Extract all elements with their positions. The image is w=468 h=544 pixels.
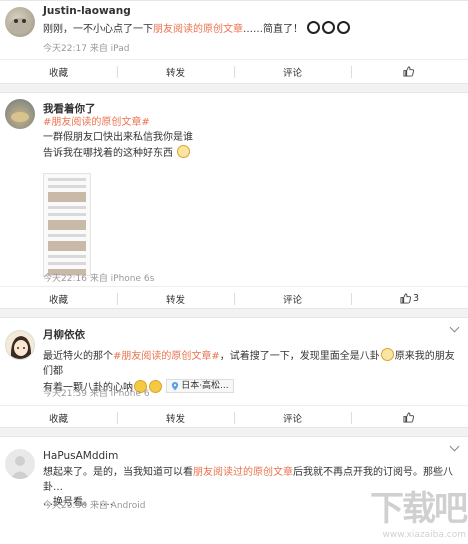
post-text: #朋友阅读的原创文章# 一群假朋友口快出来私信我你是谁 告诉我在哪找着的这种好东… bbox=[43, 115, 458, 161]
post-meta: 今天22:16 来自 iPhone 6s bbox=[43, 271, 154, 284]
post-meta: 今天21:59 来自 iPhone 6 bbox=[43, 386, 150, 399]
repost-label: 转发 bbox=[165, 67, 185, 79]
avatar[interactable] bbox=[5, 330, 35, 360]
comment-button[interactable]: 评论 bbox=[234, 287, 351, 310]
chevron-down-icon[interactable] bbox=[449, 322, 460, 333]
action-bar: 收藏 转发 评论 3 bbox=[0, 286, 468, 310]
favorite-label: 收藏 bbox=[48, 67, 68, 79]
text-mid: ，试着搜了一下，发现里面全是八卦 bbox=[219, 351, 380, 362]
default-avatar-icon bbox=[10, 456, 30, 479]
text-after: ……简直了！ bbox=[243, 24, 303, 35]
comment-label: 评论 bbox=[282, 413, 302, 425]
post-2: 我看着你了 #朋友阅读的原创文章# 一群假朋友口快出来私信我你是谁 告诉我在哪找… bbox=[0, 92, 468, 309]
repost-button[interactable]: 转发 bbox=[117, 406, 234, 429]
panda-emoji-icon bbox=[337, 21, 351, 34]
chevron-down-icon[interactable] bbox=[449, 441, 460, 452]
like-count: 3 bbox=[412, 293, 420, 304]
topic-link[interactable]: #朋友阅读的原创文章# bbox=[43, 115, 458, 130]
comment-label: 评论 bbox=[282, 67, 302, 79]
timestamp[interactable]: 今天22:16 bbox=[43, 274, 87, 284]
avatar[interactable] bbox=[5, 449, 35, 479]
post-3: 月柳依依 最近特火的那个#朋友阅读的原创文章#，试着搜了一下，发现里面全是八卦原… bbox=[0, 317, 468, 428]
action-bar: 收藏 转发 评论 bbox=[0, 59, 468, 83]
comment-label: 评论 bbox=[282, 294, 302, 306]
panda-emoji-icon bbox=[307, 21, 321, 34]
action-bar: 收藏 转发 评论 bbox=[0, 405, 468, 429]
thumbs-up-icon bbox=[400, 293, 411, 304]
thumbs-up-icon bbox=[403, 412, 414, 423]
post-meta: 今天22:17 来自 iPad bbox=[43, 41, 129, 54]
favorite-button[interactable]: 收藏 bbox=[0, 60, 117, 83]
location-tag[interactable]: 日本·高松... bbox=[166, 379, 234, 393]
text-line-2: 告诉我在哪找着的这种好东西 bbox=[43, 145, 458, 161]
username[interactable]: 我看着你了 bbox=[43, 101, 96, 116]
text-line-content: 告诉我在哪找着的这种好东西 bbox=[43, 148, 173, 159]
source: 来自 Android bbox=[89, 501, 146, 511]
thumbs-up-icon bbox=[403, 66, 414, 77]
avatar-cat-icon bbox=[9, 18, 31, 34]
avatar-girl-icon bbox=[10, 336, 32, 359]
favorite-label: 收藏 bbox=[48, 294, 68, 306]
highlight-link[interactable]: 朋友阅读过的原创文章 bbox=[193, 467, 293, 478]
cat-emoji-icon bbox=[380, 348, 394, 361]
text-line: 一群假朋友口快出来私信我你是谁 bbox=[43, 132, 193, 143]
source: 来自 iPhone 6s bbox=[89, 274, 155, 284]
location-label: 日本·高松... bbox=[181, 380, 229, 391]
laugh-emoji-icon bbox=[149, 379, 162, 393]
post-text: 刚刚，一不小心点了一下朋友阅读的原创文章……简直了！ bbox=[43, 21, 458, 37]
repost-label: 转发 bbox=[165, 294, 185, 306]
timestamp[interactable]: 今天20:36 bbox=[43, 501, 87, 511]
text-before: 想起来了。是的，当我知道可以看 bbox=[43, 467, 193, 478]
repost-button[interactable]: 转发 bbox=[117, 287, 234, 310]
post-meta: 今天20:36 来自 Android bbox=[43, 498, 145, 511]
watermark: 下载吧 www.xiazaiba.com bbox=[370, 481, 468, 540]
like-button[interactable] bbox=[351, 60, 468, 83]
highlight-link[interactable]: 朋友阅读的原创文章 bbox=[153, 24, 243, 35]
avatar[interactable] bbox=[5, 99, 35, 129]
source: 来自 iPad bbox=[89, 44, 130, 54]
timestamp[interactable]: 今天22:17 bbox=[43, 44, 87, 54]
username[interactable]: HaPusAMddim bbox=[43, 450, 118, 462]
like-button[interactable]: 3 bbox=[351, 287, 468, 310]
post-1: Justin-laowang 刚刚，一不小心点了一下朋友阅读的原创文章……简直了… bbox=[0, 0, 468, 84]
text-before: 最近特火的那个 bbox=[43, 351, 113, 362]
timestamp[interactable]: 今天21:59 bbox=[43, 389, 87, 399]
avatar[interactable] bbox=[5, 7, 35, 37]
watermark-sub: www.xiazaiba.com bbox=[382, 530, 466, 540]
watermark-main: 下载吧 bbox=[370, 489, 468, 529]
topic-link[interactable]: #朋友阅读的原创文章# bbox=[113, 351, 220, 362]
post-image[interactable] bbox=[43, 173, 91, 276]
favorite-button[interactable]: 收藏 bbox=[0, 287, 117, 310]
like-button[interactable] bbox=[351, 406, 468, 429]
cat-emoji-icon bbox=[177, 145, 191, 158]
repost-label: 转发 bbox=[165, 413, 185, 425]
text-before: 刚刚，一不小心点了一下 bbox=[43, 24, 153, 35]
avatar-photo-icon bbox=[11, 112, 29, 122]
repost-button[interactable]: 转发 bbox=[117, 60, 234, 83]
comment-button[interactable]: 评论 bbox=[234, 406, 351, 429]
panda-emoji-icon bbox=[322, 21, 336, 34]
username[interactable]: Justin-laowang bbox=[43, 5, 131, 17]
comment-button[interactable]: 评论 bbox=[234, 60, 351, 83]
source: 来自 iPhone 6 bbox=[89, 389, 150, 399]
username[interactable]: 月柳依依 bbox=[43, 327, 85, 342]
text-line-1: 最近特火的那个#朋友阅读的原创文章#，试着搜了一下，发现里面全是八卦 原来我的朋友… bbox=[43, 348, 462, 379]
favorite-label: 收藏 bbox=[48, 413, 68, 425]
location-pin-icon bbox=[172, 381, 179, 391]
favorite-button[interactable]: 收藏 bbox=[0, 406, 117, 429]
